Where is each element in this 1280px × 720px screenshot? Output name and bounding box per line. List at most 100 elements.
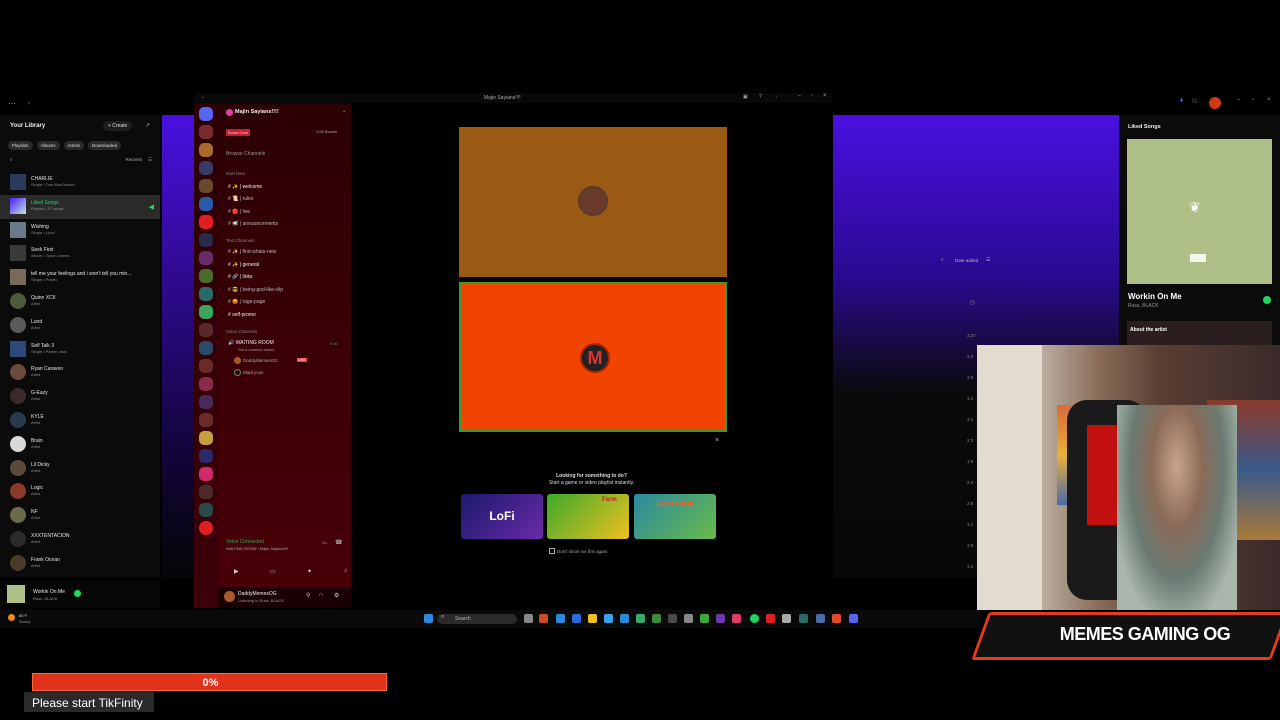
server-icon[interactable] — [199, 251, 213, 265]
inbox-icon[interactable]: ▣ — [743, 94, 748, 100]
filter-artists[interactable]: Artists — [63, 141, 85, 150]
panel-track-artist[interactable]: Russ, BLACK — [1128, 303, 1159, 309]
list-item[interactable]: Wishing Single • Lund — [0, 219, 160, 243]
server-icon[interactable] — [199, 323, 213, 337]
app-icon[interactable] — [604, 614, 613, 623]
panel-track-title[interactable]: Workin On Me — [1128, 292, 1182, 301]
back-icon[interactable]: ← — [201, 94, 206, 100]
list-item[interactable]: Liked Songs Playlist • 37 songs ◀ — [0, 194, 160, 219]
download-icon[interactable]: ↓ — [775, 94, 778, 100]
close-icon[interactable]: × — [823, 93, 827, 99]
user-name[interactable]: DaddyMemesOG — [238, 591, 277, 597]
channel-live[interactable]: # 🔴 | live — [228, 209, 250, 215]
close-icon[interactable]: × — [1267, 97, 1271, 103]
server-icon[interactable] — [199, 161, 213, 175]
app-icon[interactable] — [636, 614, 645, 623]
weather-temp[interactable]: 86°F — [19, 613, 28, 618]
list-item[interactable]: CHARLIE Single • Tom MacDonald — [0, 171, 160, 195]
disconnect-icon[interactable]: ☎ — [335, 539, 342, 546]
search-icon[interactable]: ⌕ — [941, 257, 944, 263]
search-icon[interactable]: ⌕ — [10, 157, 13, 162]
server-icon[interactable] — [199, 233, 213, 247]
task-view-icon[interactable] — [524, 614, 533, 623]
activity-farm[interactable]: Farm — [547, 494, 629, 539]
dont-show-checkbox[interactable] — [549, 548, 555, 554]
date-added-sort[interactable]: Date added — [955, 258, 978, 263]
app-icon[interactable] — [668, 614, 677, 623]
participant-tile-speaking[interactable]: M — [459, 282, 727, 432]
server-icon[interactable] — [199, 215, 213, 229]
app-icon[interactable] — [732, 614, 741, 623]
browse-channels[interactable]: Browse Channels — [226, 151, 265, 157]
filter-playlists[interactable]: Playlists — [8, 141, 33, 150]
server-icon[interactable] — [199, 467, 213, 481]
server-icon[interactable] — [199, 503, 213, 517]
server-icon[interactable] — [199, 269, 213, 283]
list-item[interactable]: Frank Ocean Artist — [0, 552, 160, 576]
list-item[interactable]: KYLE Artist — [0, 409, 160, 433]
list-item[interactable]: Lil Dicky Artist — [0, 457, 160, 481]
server-icon[interactable] — [199, 485, 213, 499]
soundboard-icon[interactable]: ♪ — [344, 568, 347, 574]
maximize-icon[interactable]: ▫ — [811, 93, 813, 99]
channel-general[interactable]: # ✨ | general — [228, 262, 259, 268]
start-icon[interactable] — [424, 614, 433, 623]
server-icon[interactable] — [199, 449, 213, 463]
spotify-icon[interactable] — [750, 614, 759, 623]
liked-check-icon[interactable] — [74, 590, 81, 597]
channel-rules[interactable]: # 📜 | rules — [228, 196, 253, 202]
activity-battleship[interactable]: BATTLESHIP — [634, 494, 716, 539]
server-icon[interactable] — [199, 125, 213, 139]
server-icon[interactable] — [199, 341, 213, 355]
list-item[interactable]: G-Eazy Artist — [0, 385, 160, 409]
server-icon[interactable] — [199, 395, 213, 409]
expand-icon[interactable]: ↗ — [145, 122, 150, 129]
boost-goal-label[interactable]: Boost Goal — [226, 129, 250, 136]
headphones-icon[interactable]: ∩ — [319, 592, 323, 598]
app-icon[interactable] — [766, 614, 775, 623]
app-icon[interactable] — [652, 614, 661, 623]
server-name[interactable]: Majin Sayians!!!! — [235, 109, 279, 115]
minimize-icon[interactable]: – — [1237, 97, 1240, 103]
app-icon[interactable] — [799, 614, 808, 623]
list-view-icon[interactable]: ☰ — [148, 157, 152, 163]
activity-icon[interactable]: ✦ — [307, 568, 312, 575]
server-icon[interactable] — [199, 413, 213, 427]
server-icon[interactable] — [199, 287, 213, 301]
app-icon[interactable] — [832, 614, 841, 623]
app-icon[interactable] — [572, 614, 581, 623]
friends-icon[interactable]: ⚇ — [1192, 98, 1197, 105]
list-item[interactable]: Quinn XCII Artist — [0, 290, 160, 314]
server-icon[interactable] — [199, 377, 213, 391]
taskbar-search[interactable]: Search — [437, 614, 517, 624]
server-icon[interactable] — [199, 143, 213, 157]
new-badge-icon[interactable] — [199, 521, 213, 535]
list-item[interactable]: Self Talk 3 Single • Parker Jack — [0, 338, 160, 362]
category-voice[interactable]: Voice Channels — [226, 329, 257, 334]
camera-icon[interactable]: ▶ — [234, 568, 239, 575]
more-icon[interactable]: ⋯ — [8, 99, 16, 108]
list-item[interactable]: Seek First Album • Tyson James — [0, 242, 160, 266]
channel-being-god-like-clip[interactable]: # 😎 | being-god-like-clip — [228, 287, 283, 293]
filter-downloaded[interactable]: Downloaded — [88, 141, 122, 150]
channel-self-promo[interactable]: # self-promo — [228, 312, 256, 318]
noise-icon[interactable]: 〜 — [322, 540, 327, 547]
list-item[interactable]: Brain Artist — [0, 433, 160, 457]
server-icon[interactable] — [199, 197, 213, 211]
participant-tile[interactable] — [459, 127, 727, 277]
list-item[interactable]: NF Artist — [0, 504, 160, 528]
gear-icon[interactable]: ⚙ — [334, 592, 339, 599]
now-playing-artist[interactable]: Russ, BLACK — [33, 596, 57, 601]
app-icon[interactable] — [620, 614, 629, 623]
server-icon[interactable] — [199, 107, 213, 121]
channel-links[interactable]: # 🔗 | links — [228, 274, 253, 280]
filter-albums[interactable]: Albums — [36, 141, 60, 150]
edge-icon[interactable] — [556, 614, 565, 623]
channel-rage-page[interactable]: # 😡 | rage-page — [228, 299, 265, 305]
weather-icon[interactable] — [8, 614, 15, 621]
list-item[interactable]: Lund Artist — [0, 314, 160, 338]
category-text[interactable]: Text Channels — [226, 238, 255, 243]
list-item[interactable]: tell me your feelings and i won't tell y… — [0, 266, 160, 290]
server-icon[interactable] — [199, 305, 213, 319]
now-playing-title[interactable]: Workin On Me — [33, 589, 65, 595]
